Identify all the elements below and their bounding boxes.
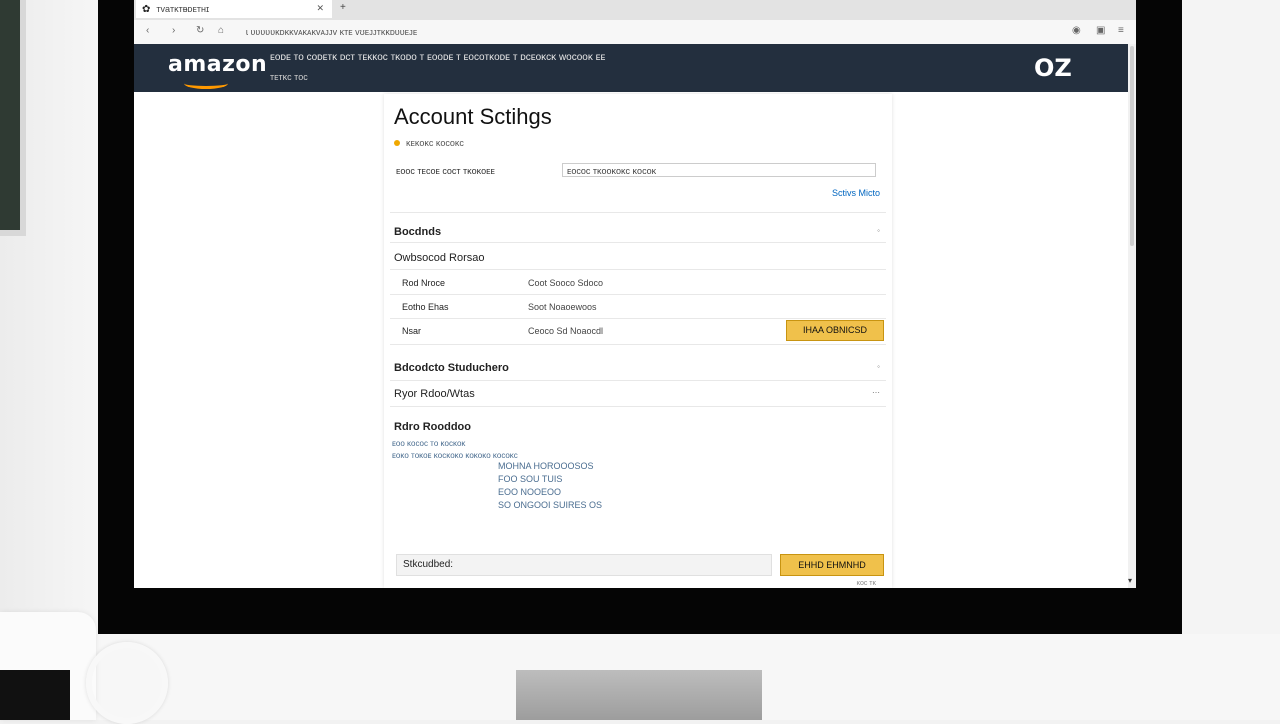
extension-icon[interactable]: ▣ xyxy=(1096,25,1105,36)
divider xyxy=(390,380,886,381)
row-label: Rod Nroce xyxy=(402,278,446,288)
section-subheading-2: Ryor Rdoo/Wtas xyxy=(394,388,475,400)
tab-bar: ✿ ᴛvaᴛᴋᴛᴃᴅᴇᴛʜɪ ✕ + xyxy=(134,0,1136,20)
new-tab-icon[interactable]: + xyxy=(340,2,346,13)
footnote: ᴋᴏᴄ ᴛᴋ xyxy=(856,580,876,587)
divider xyxy=(390,294,886,295)
mug-coffee xyxy=(0,670,70,720)
header-nav-text[interactable]: ᴇᴏᴅᴇ ᴛᴏ ᴄᴏᴅᴇᴛᴋ ᴅᴄᴛ ᴛᴇᴋᴋᴏᴄ ᴛᴋᴏᴅᴏ ᴛ ᴇᴏᴏᴅᴇ … xyxy=(270,52,605,63)
wall-picture xyxy=(0,0,20,230)
divider xyxy=(390,269,886,270)
scroll-thumb[interactable] xyxy=(1130,46,1134,246)
logo-smile-icon xyxy=(184,78,228,89)
breadcrumb: ᴋᴇᴋᴏᴋᴄ ᴋᴏᴄᴏᴋᴄ xyxy=(394,138,464,148)
divider xyxy=(390,344,886,345)
monitor: ✿ ᴛvaᴛᴋᴛᴃᴅᴇᴛʜɪ ✕ + ‹ › ↻ ⌂ ɩ ʋʋʋʋʋᴋᴅᴋᴋᴠᴀ… xyxy=(98,0,1182,634)
divider xyxy=(390,318,886,319)
section-subheading-1: Owbsocod Rorsao xyxy=(394,252,485,264)
section-heading-2: Bdcodcto Studuchero xyxy=(394,362,509,374)
mug-handle xyxy=(86,642,168,724)
divider xyxy=(390,212,886,213)
wall-picture-frame xyxy=(0,0,26,236)
info-block-line: EOO NOOEOO xyxy=(498,487,562,497)
row-value: Coot Sooco Sdoco xyxy=(528,278,604,288)
section-expand-icon[interactable]: ◦ xyxy=(877,226,880,235)
browser-window: ✿ ᴛvaᴛᴋᴛᴃᴅᴇᴛʜɪ ✕ + ‹ › ↻ ⌂ ɩ ʋʋʋʋʋᴋᴅᴋᴋᴠᴀ… xyxy=(134,0,1136,588)
manage-button[interactable]: EHHD EHMNHD xyxy=(780,554,884,576)
info-block-line: MOHNA HOROOOSOS xyxy=(498,461,594,471)
site-logo[interactable]: amazon xyxy=(168,52,267,77)
breadcrumb-text: ᴋᴇᴋᴏᴋᴄ ᴋᴏᴄᴏᴋᴄ xyxy=(406,138,464,148)
tab-title: ᴛvaᴛᴋᴛᴃᴅᴇᴛʜɪ xyxy=(156,4,210,14)
account-mark[interactable]: OZ xyxy=(1034,54,1072,82)
background-wall-right xyxy=(1182,0,1280,720)
home-icon[interactable]: ⌂ xyxy=(218,25,224,36)
reload-icon[interactable]: ↻ xyxy=(196,25,204,36)
favicon-icon: ✿ xyxy=(142,3,151,15)
divider xyxy=(390,242,886,243)
row-value: Soot Noaoewoos xyxy=(528,302,597,312)
info-line: ᴇᴏᴏ ᴋᴏᴄᴏᴄ ᴛᴏ ᴋᴏᴄᴋᴏᴋ xyxy=(392,439,466,448)
page-title: Account Sctihgs xyxy=(394,104,552,129)
browser-toolbar: ‹ › ↻ ⌂ ɩ ʋʋʋʋʋᴋᴅᴋᴋᴠᴀᴋᴀᴋᴠᴀᴊᴊᴠ ᴋᴛᴇ ᴠʊᴇᴊᴊᴛ… xyxy=(134,20,1136,45)
close-tab-icon[interactable]: ✕ xyxy=(316,3,324,14)
section-heading-1: Bocdnds xyxy=(394,226,442,238)
site-header: amazon ᴇᴏᴅᴇ ᴛᴏ ᴄᴏᴅᴇᴛᴋ ᴅᴄᴛ ᴛᴇᴋᴋᴏᴄ ᴛᴋᴏᴅᴏ ᴛ… xyxy=(134,44,1128,92)
header-subtext: ᴛᴇᴛᴋᴄ ᴛᴏᴄ xyxy=(270,72,308,82)
browser-tab[interactable]: ✿ ᴛvaᴛᴋᴛᴃᴅᴇᴛʜɪ ✕ xyxy=(136,0,332,18)
row-label: Nsar xyxy=(402,326,422,336)
edit-button[interactable]: IHAA OBNICSD xyxy=(786,320,884,341)
section-more-icon[interactable]: ⋯ xyxy=(872,388,880,397)
back-icon[interactable]: ‹ xyxy=(146,25,149,36)
search-input[interactable]: ᴇᴏᴄᴏᴄ ᴛᴋᴏᴏᴋᴏᴋᴄ ᴋᴏᴄᴏᴋ xyxy=(562,163,876,177)
divider xyxy=(390,406,886,407)
forward-icon[interactable]: › xyxy=(172,25,175,36)
settings-link[interactable]: Sctivs Micto xyxy=(832,188,880,198)
info-block-line: SO ONGOOI SUIRES OS xyxy=(498,500,603,510)
info-block: MOHNA HOROOOSOS FOO SOU TUIS EOO NOOEOO … xyxy=(498,460,602,512)
monitor-stand xyxy=(516,670,762,720)
subscribed-field[interactable]: Stkcudbed: xyxy=(396,554,772,576)
search-label: ᴇᴏᴏᴄ ᴛᴇᴄᴏᴇ ᴄᴏᴄᴛ ᴛᴋᴏᴋᴏᴇᴇ xyxy=(396,166,495,176)
menu-icon[interactable]: ≡ xyxy=(1118,25,1124,36)
address-bar[interactable]: ɩ ʋʋʋʋʋᴋᴅᴋᴋᴠᴀᴋᴀᴋᴠᴀᴊᴊᴠ ᴋᴛᴇ ᴠʊᴇᴊᴊᴛᴋᴋᴅᴜᴜᴇᴊᴇ xyxy=(246,24,1056,40)
settings-panel: Account Sctihgs ᴋᴇᴋᴏᴋᴄ ᴋᴏᴄᴏᴋᴄ ᴇᴏᴏᴄ ᴛᴇᴄᴏᴇ… xyxy=(384,94,892,588)
status-dot-icon xyxy=(394,140,400,146)
section-heading-3: Rdro Rooddoo xyxy=(394,421,471,433)
info-lines: ᴇᴏᴏ ᴋᴏᴄᴏᴄ ᴛᴏ ᴋᴏᴄᴋᴏᴋ ᴇᴏᴋᴏ ᴛᴏᴋᴏᴇ ᴋᴏᴄᴋᴏᴋᴏ ᴋ… xyxy=(392,438,518,462)
profile-icon[interactable]: ◉ xyxy=(1072,25,1081,36)
scroll-down-icon[interactable]: ▾ xyxy=(1128,576,1132,585)
info-block-line: FOO SOU TUIS xyxy=(498,474,563,484)
row-value: Ceoco Sd Noaocdl xyxy=(528,326,604,336)
section-expand-icon[interactable]: ◦ xyxy=(877,362,880,371)
row-label: Eotho Ehas xyxy=(402,302,449,312)
